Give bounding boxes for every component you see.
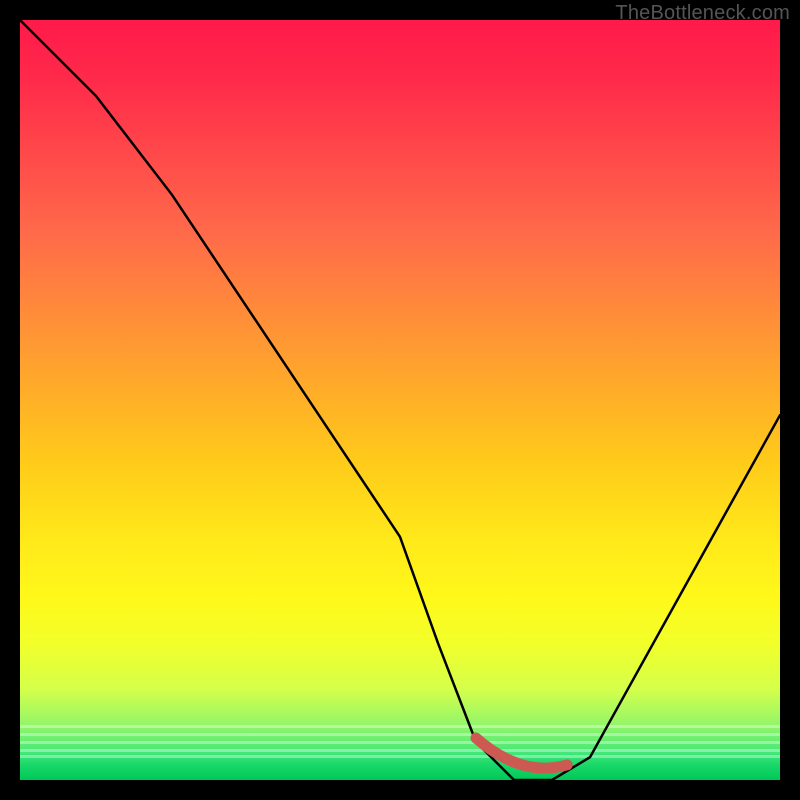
- chart-container: TheBottleneck.com: [0, 0, 800, 800]
- chart-svg: [20, 20, 780, 780]
- plot-area: [20, 20, 780, 780]
- watermark-text: TheBottleneck.com: [615, 2, 790, 25]
- bottleneck-curve: [20, 20, 780, 780]
- optimal-marker: [476, 738, 567, 768]
